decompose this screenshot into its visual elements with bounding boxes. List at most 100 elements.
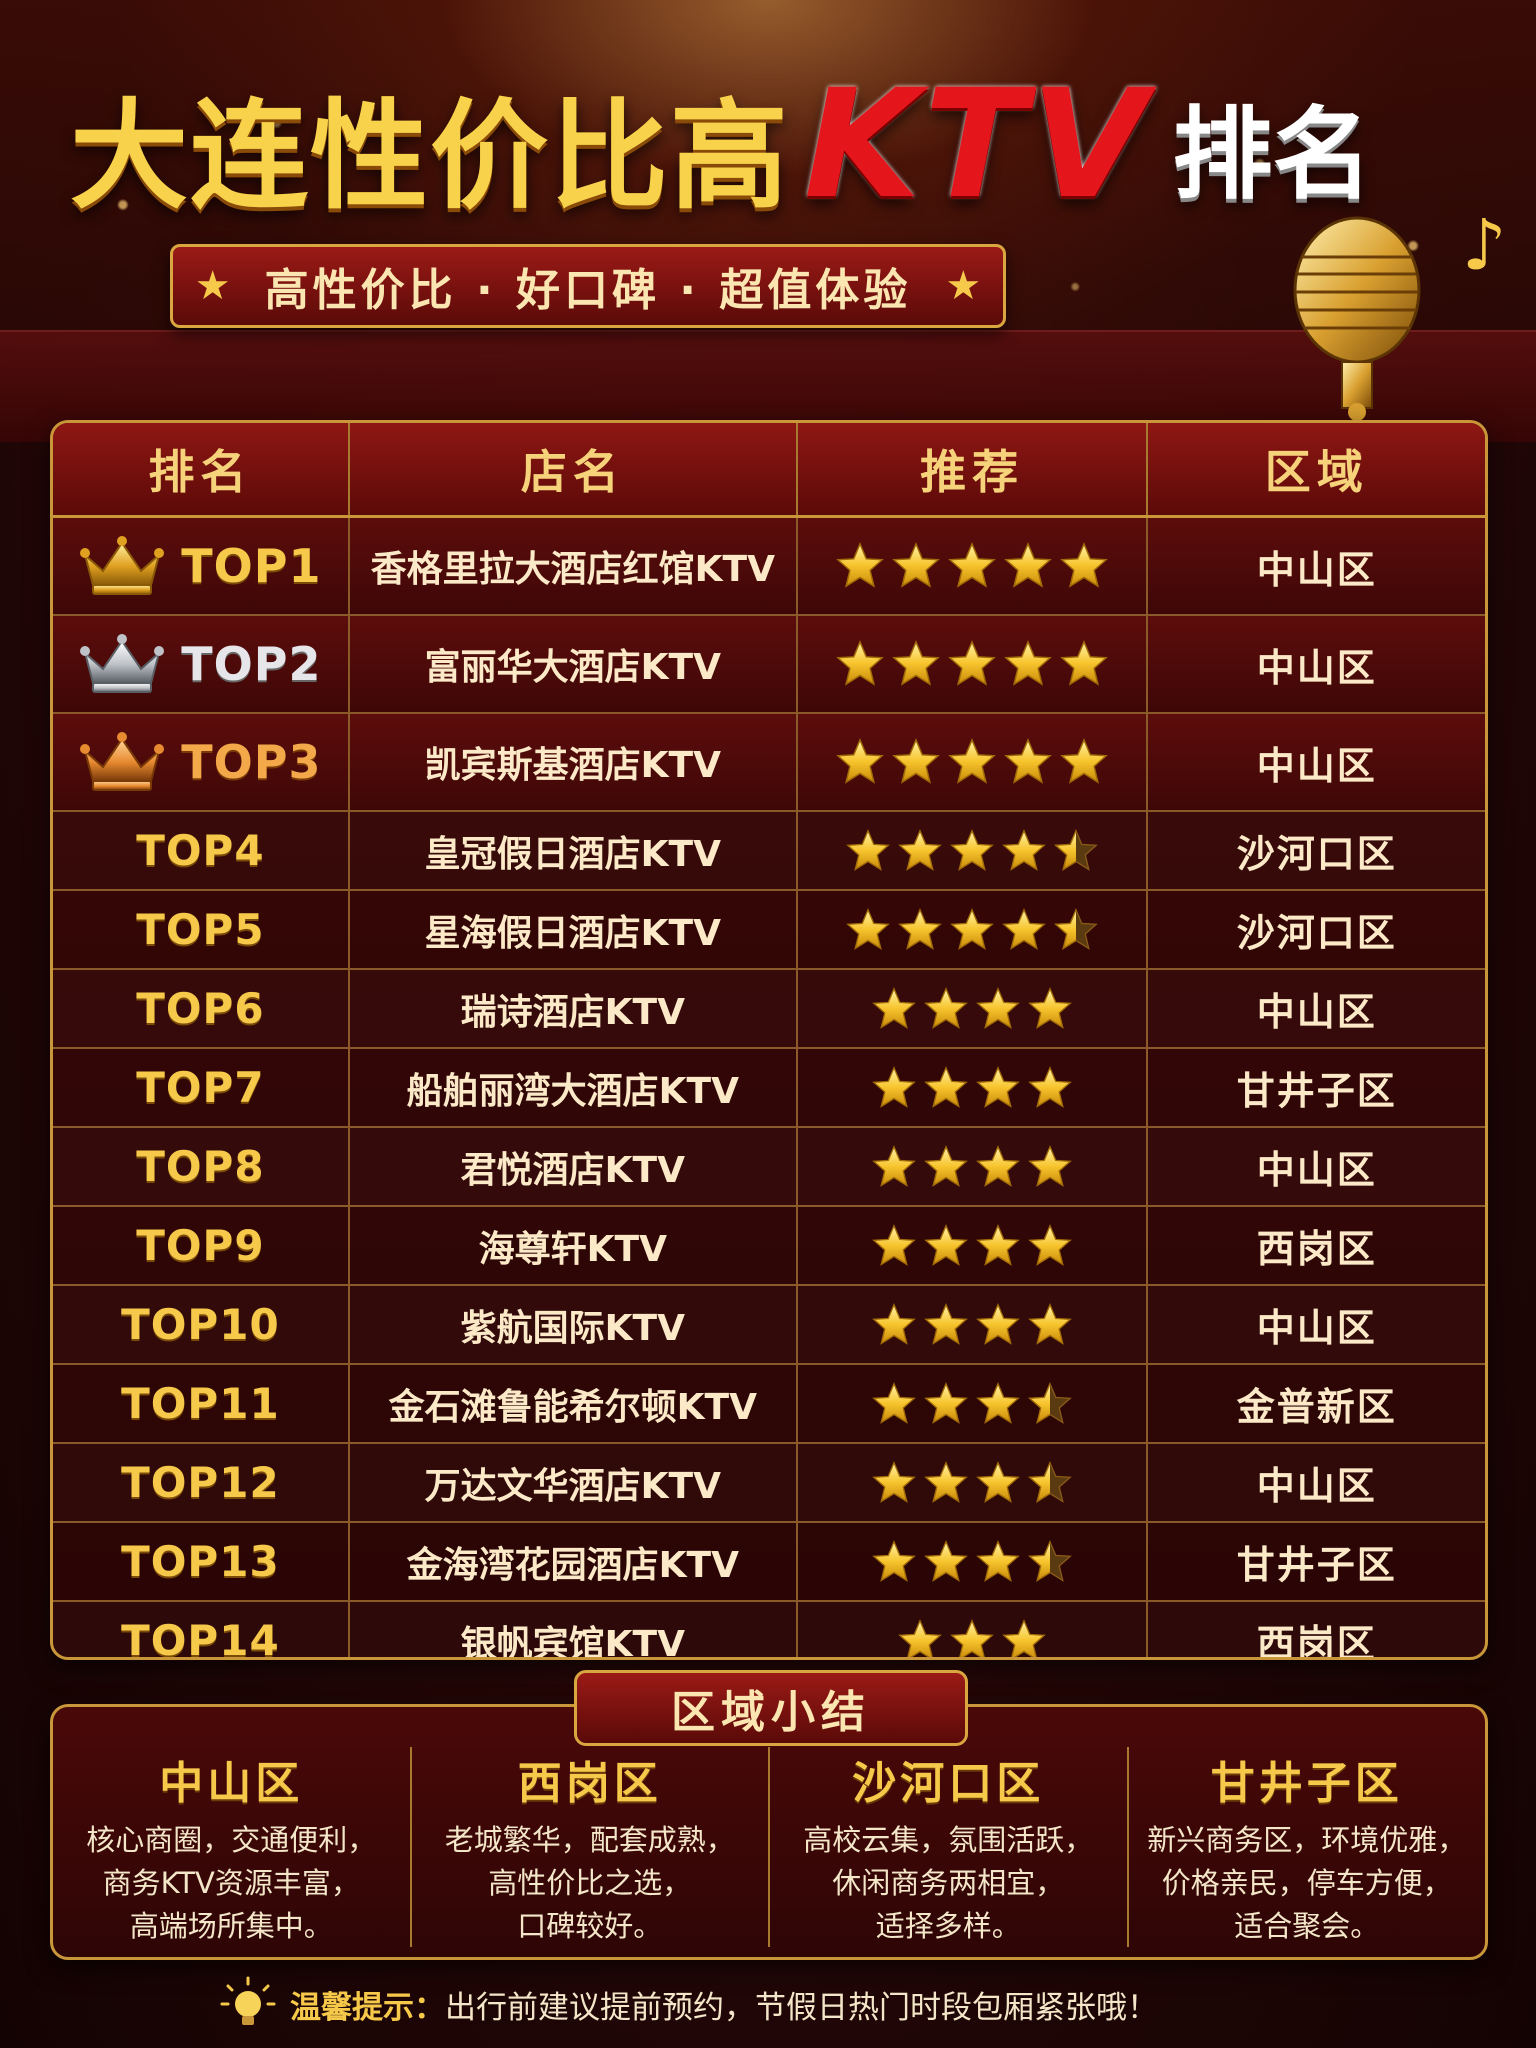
rank-label: TOP5: [136, 905, 265, 954]
star-rating: [872, 1223, 1073, 1268]
area-name: 金普新区: [1236, 1385, 1397, 1429]
subtitle-banner: ★ 高性价比 · 好口碑 · 超值体验 ★: [170, 244, 1006, 328]
music-note-icon: ♪: [1462, 204, 1507, 286]
star-rating: [872, 1302, 1073, 1347]
star-icon: [976, 986, 1021, 1029]
summary-line: 老城繁华，配套成熟，: [444, 1823, 735, 1857]
venue-name: 君悦酒店KTV: [460, 1149, 685, 1191]
summary-line: 价格亲民，停车方便，: [1161, 1866, 1452, 1900]
name-cell: 富丽华大酒店KTV: [350, 616, 798, 712]
table-row: TOP4 皇冠假日酒店KTV 沙河口区: [53, 812, 1485, 891]
star-icon: [924, 1460, 969, 1503]
star-icon: [976, 1460, 1021, 1503]
area-name: 中山区: [1256, 1464, 1377, 1508]
rank-label: TOP7: [136, 1063, 265, 1112]
area-cell: 中山区: [1148, 1444, 1485, 1521]
summary-area-name: 中山区: [159, 1758, 304, 1809]
rating-cell: [798, 1207, 1149, 1284]
ranking-table: 排名 店名 推荐 区域 TOP1 香格里拉大酒店红馆KTV 中山区 TOP2 富丽华大酒…: [50, 420, 1488, 1660]
star-icon: [846, 907, 891, 950]
venue-name: 凯宾斯基酒店KTV: [424, 745, 721, 786]
name-cell: 皇冠假日酒店KTV: [350, 812, 798, 889]
rank-cell: TOP13: [53, 1523, 350, 1600]
venue-name: 海尊轩KTV: [478, 1228, 667, 1270]
rank-label: TOP1: [181, 539, 322, 593]
rank-label: TOP9: [136, 1221, 265, 1270]
star-icon: [836, 738, 885, 784]
tip-label: 温馨提示：: [290, 1989, 445, 2026]
area-cell: 甘井子区: [1148, 1523, 1485, 1600]
star-rating: [872, 1460, 1073, 1505]
rank-label: TOP6: [136, 984, 265, 1033]
area-name: 中山区: [1256, 1306, 1377, 1350]
star-icon: [924, 1223, 969, 1266]
star-icon: [924, 1144, 969, 1187]
star-rating: [836, 640, 1109, 688]
rating-cell: [798, 1286, 1149, 1363]
rank-label: TOP4: [136, 826, 265, 875]
rating-cell: [798, 891, 1149, 968]
area-name: 中山区: [1256, 547, 1377, 592]
rank-cell: TOP10: [53, 1286, 350, 1363]
star-icon: [1002, 1618, 1047, 1657]
venue-name: 皇冠假日酒店KTV: [424, 833, 721, 875]
area-cell: 中山区: [1148, 616, 1485, 712]
summary-line: 高性价比之选，: [488, 1866, 692, 1900]
star-icon: [1028, 986, 1073, 1029]
summary-column: 甘井子区 新兴商务区，环境优雅， 价格亲民，停车方便， 适合聚会。: [1129, 1747, 1486, 1947]
table-row: TOP13 金海湾花园酒店KTV 甘井子区: [53, 1523, 1485, 1602]
star-icon: [1028, 1065, 1073, 1108]
star-icon: [836, 640, 885, 686]
summary-line: 适合聚会。: [1234, 1909, 1380, 1943]
venue-name: 富丽华大酒店KTV: [424, 647, 721, 688]
star-icon: [846, 828, 891, 871]
star-icon: [924, 1302, 969, 1345]
star-icon: [976, 1144, 1021, 1187]
rank-cell: TOP3: [53, 714, 350, 810]
venue-name: 紫航国际KTV: [460, 1307, 685, 1349]
star-icon: [872, 1065, 917, 1108]
rating-cell: [798, 812, 1149, 889]
star-icon: [976, 1065, 1021, 1108]
area-cell: 中山区: [1148, 714, 1485, 810]
summary-title-banner: 区域小结: [574, 1670, 968, 1746]
summary-column: 西岗区 老城繁华，配套成熟， 高性价比之选， 口碑较好。: [412, 1747, 770, 1947]
name-cell: 金海湾花园酒店KTV: [350, 1523, 798, 1600]
star-icon: [976, 1302, 1021, 1345]
star-icon: [924, 986, 969, 1029]
star-icon: [872, 1460, 917, 1503]
table-row: TOP5 星海假日酒店KTV 沙河口区: [53, 891, 1485, 970]
star-icon: [872, 986, 917, 1029]
summary-area-name: 沙河口区: [852, 1758, 1045, 1809]
star-rating: [872, 1065, 1073, 1110]
star-icon: [976, 1539, 1021, 1582]
summary-line: 新兴商务区，环境优雅，: [1147, 1823, 1467, 1857]
star-icon: [924, 1381, 969, 1424]
rating-cell: [798, 518, 1149, 614]
name-cell: 银帆宾馆KTV: [350, 1602, 798, 1657]
table-header: 排名 店名 推荐 区域: [53, 423, 1485, 518]
area-name: 甘井子区: [1236, 1069, 1397, 1113]
summary-line: 商务KTV资源丰富，: [102, 1866, 360, 1900]
microphone-icon: [1293, 216, 1421, 421]
star-icon: [1060, 640, 1109, 686]
venue-name: 星海假日酒店KTV: [424, 912, 721, 954]
half-star-icon: [1028, 1381, 1073, 1424]
summary-line: 核心商圈，交通便利，: [86, 1823, 377, 1857]
header-area: 区域: [1264, 445, 1369, 499]
summary-area-name: 西岗区: [517, 1758, 662, 1809]
venue-name: 船舶丽湾大酒店KTV: [406, 1070, 739, 1112]
star-icon: [1004, 738, 1053, 784]
area-name: 中山区: [1256, 645, 1377, 690]
rating-cell: [798, 1128, 1149, 1205]
crown-icon: [80, 634, 165, 693]
star-rating: [898, 1618, 1047, 1657]
star-icon: [898, 907, 943, 950]
table-row: TOP7 船舶丽湾大酒店KTV 甘井子区: [53, 1049, 1485, 1128]
star-icon: [1060, 738, 1109, 784]
star-icon: [948, 640, 997, 686]
rank-cell: TOP6: [53, 970, 350, 1047]
table-row: TOP14 银帆宾馆KTV 西岗区: [53, 1602, 1485, 1657]
rank-cell: TOP12: [53, 1444, 350, 1521]
star-icon: [872, 1223, 917, 1266]
